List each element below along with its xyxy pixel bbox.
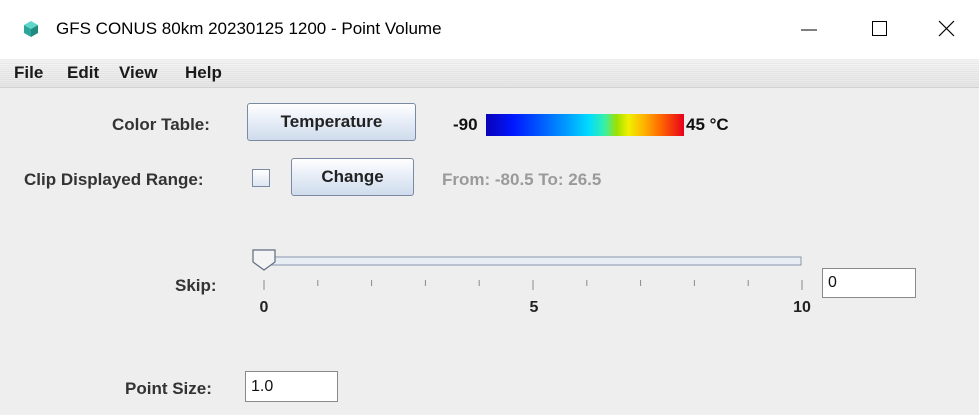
skip-slider[interactable]: 0 5 10 bbox=[240, 242, 820, 322]
minimize-button[interactable] bbox=[780, 0, 840, 59]
color-table-max-label: 45 °C bbox=[686, 115, 729, 134]
menu-help[interactable]: Help bbox=[185, 63, 222, 83]
clip-range-checkbox[interactable] bbox=[252, 169, 270, 187]
skip-tick-label-0: 0 bbox=[260, 299, 269, 316]
maximize-button[interactable] bbox=[850, 0, 910, 59]
color-table-button[interactable]: Temperature bbox=[247, 103, 416, 141]
cube-icon bbox=[24, 21, 38, 37]
skip-tick-label-10: 10 bbox=[793, 299, 811, 316]
clip-range-text: From: -80.5 To: 26.5 bbox=[442, 170, 602, 189]
clip-range-label: Clip Displayed Range: bbox=[24, 170, 204, 189]
title-bar: GFS CONUS 80km 20230125 1200 - Point Vol… bbox=[0, 0, 979, 59]
skip-slider-thumb[interactable] bbox=[252, 249, 276, 271]
skip-label: Skip: bbox=[175, 276, 217, 295]
point-size-label: Point Size: bbox=[125, 379, 212, 398]
skip-tick-label-5: 5 bbox=[530, 299, 539, 316]
close-icon bbox=[938, 20, 955, 37]
color-table-label: Color Table: bbox=[112, 115, 210, 134]
point-volume-window: GFS CONUS 80km 20230125 1200 - Point Vol… bbox=[0, 0, 979, 415]
change-range-button[interactable]: Change bbox=[291, 158, 414, 196]
menu-bar: File Edit View Help bbox=[0, 59, 979, 88]
maximize-icon bbox=[872, 21, 887, 36]
menu-edit[interactable]: Edit bbox=[67, 63, 99, 83]
menu-file[interactable]: File bbox=[14, 63, 43, 83]
point-size-input[interactable] bbox=[245, 371, 338, 402]
menu-view[interactable]: View bbox=[119, 63, 157, 83]
skip-input[interactable] bbox=[822, 268, 916, 298]
minimize-icon bbox=[801, 29, 817, 31]
color-table-min-label: -90 bbox=[453, 115, 478, 134]
close-button[interactable] bbox=[917, 0, 977, 59]
color-table-gradient bbox=[486, 114, 684, 136]
window-title: GFS CONUS 80km 20230125 1200 - Point Vol… bbox=[56, 19, 442, 38]
